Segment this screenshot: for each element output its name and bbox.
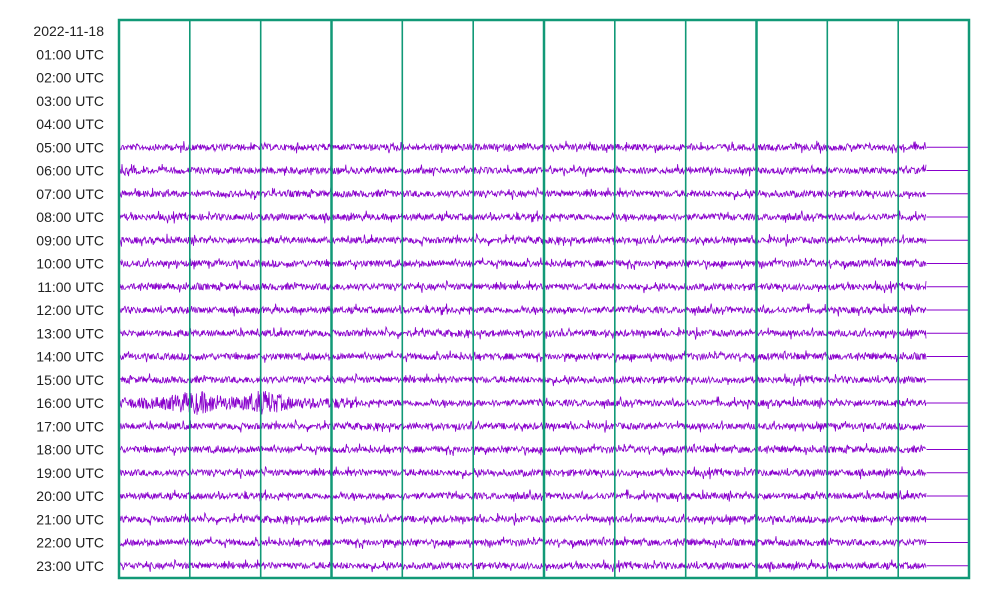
trace-line bbox=[118, 350, 927, 363]
row-label: 01:00 UTC bbox=[36, 46, 104, 62]
trace-line bbox=[118, 303, 927, 317]
row-label: 17:00 UTC bbox=[36, 418, 104, 434]
row-label: 19:00 UTC bbox=[36, 465, 104, 481]
row-label: 12:00 UTC bbox=[36, 302, 104, 318]
trace-line bbox=[118, 232, 927, 247]
trace-line bbox=[118, 372, 927, 387]
row-label: 11:00 UTC bbox=[37, 279, 104, 295]
trace-line bbox=[118, 325, 927, 340]
row-label: 04:00 UTC bbox=[36, 116, 104, 132]
row-label: 07:00 UTC bbox=[36, 186, 104, 202]
row-label: 21:00 UTC bbox=[36, 511, 104, 527]
trace-line bbox=[118, 465, 927, 480]
row-label: 14:00 UTC bbox=[36, 349, 104, 365]
trace-line bbox=[118, 443, 927, 456]
trace-line bbox=[118, 418, 927, 433]
trace-line bbox=[118, 536, 927, 549]
row-label: 22:00 UTC bbox=[36, 535, 104, 551]
date-label: 2022-11-18 bbox=[33, 23, 104, 39]
row-label: 16:00 UTC bbox=[36, 395, 104, 411]
row-label: 20:00 UTC bbox=[36, 488, 104, 504]
seismogram-chart: 2022-11-18 01:00 UTC 02:00 UTC 03:00 UTC 04:… bbox=[0, 0, 1000, 600]
row-label: 23:00 UTC bbox=[36, 558, 104, 574]
trace-line bbox=[118, 163, 927, 177]
trace-line bbox=[118, 558, 927, 573]
row-label: 05:00 UTC bbox=[36, 139, 104, 155]
trace-line bbox=[118, 186, 927, 201]
trace-line bbox=[118, 390, 927, 415]
trace-line bbox=[118, 279, 927, 294]
row-label: 03:00 UTC bbox=[36, 93, 104, 109]
row-label: 15:00 UTC bbox=[36, 372, 104, 388]
row-label: 09:00 UTC bbox=[36, 232, 104, 248]
row-label: 13:00 UTC bbox=[36, 325, 104, 341]
row-label: 10:00 UTC bbox=[36, 256, 104, 272]
trace-line bbox=[118, 210, 927, 224]
row-label: 08:00 UTC bbox=[36, 209, 104, 225]
seismogram-svg: 2022-11-18 01:00 UTC 02:00 UTC 03:00 UTC 04:… bbox=[33, 18, 971, 580]
labels-layer: 2022-11-18 01:00 UTC 02:00 UTC 03:00 UTC 04:… bbox=[33, 23, 104, 574]
row-label: 06:00 UTC bbox=[36, 163, 104, 179]
trace-line bbox=[118, 489, 927, 503]
row-label: 02:00 UTC bbox=[36, 70, 104, 86]
trace-line bbox=[118, 511, 927, 526]
trace-line bbox=[118, 257, 927, 270]
row-label: 18:00 UTC bbox=[36, 442, 104, 458]
trace-line bbox=[118, 140, 927, 154]
